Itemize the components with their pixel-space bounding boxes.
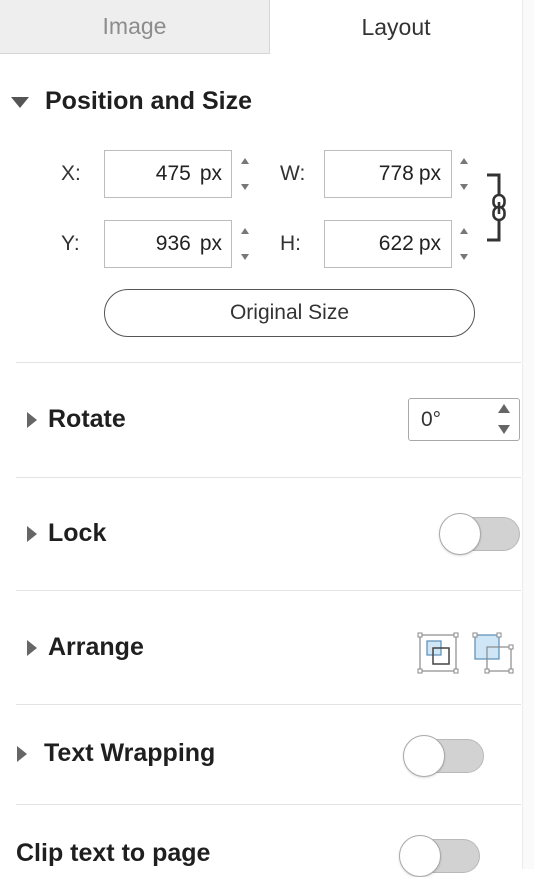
text-wrapping-toggle[interactable] <box>403 735 484 777</box>
h-stepper[interactable] <box>460 224 470 264</box>
send-to-back-icon[interactable] <box>471 631 517 677</box>
divider <box>16 804 521 805</box>
stepper-down-icon[interactable] <box>460 184 468 190</box>
stepper-down-icon[interactable] <box>241 254 249 260</box>
h-label: H: <box>280 232 301 255</box>
scrollbar-track[interactable] <box>522 0 534 869</box>
x-value: 475 <box>155 162 191 185</box>
position-size-title[interactable]: Position and Size <box>45 87 252 116</box>
collapse-triangle-icon[interactable] <box>11 97 29 108</box>
divider <box>16 362 521 363</box>
original-size-label: Original Size <box>229 301 350 324</box>
toggle-knob <box>399 835 441 877</box>
rotate-stepper[interactable] <box>498 402 510 436</box>
w-label: W: <box>280 162 306 185</box>
y-stepper[interactable] <box>241 224 251 264</box>
stepper-up-icon[interactable] <box>460 158 468 164</box>
stepper-up-icon[interactable] <box>241 228 249 234</box>
clip-text-toggle[interactable] <box>399 835 480 877</box>
w-unit: px <box>418 162 441 185</box>
lock-toggle[interactable] <box>439 513 520 555</box>
x-unit: px <box>199 162 222 185</box>
y-input[interactable]: 936 px <box>104 220 232 268</box>
toggle-knob <box>439 513 481 555</box>
h-value: 622 <box>378 232 414 255</box>
tab-image[interactable]: Image <box>0 0 270 54</box>
rotate-title[interactable]: Rotate <box>48 405 126 434</box>
y-label: Y: <box>61 232 80 255</box>
y-value: 936 <box>155 232 191 255</box>
stepper-down-icon[interactable] <box>241 184 249 190</box>
h-unit: px <box>418 232 441 255</box>
x-input[interactable]: 475 px <box>104 150 232 198</box>
w-stepper[interactable] <box>460 154 470 194</box>
rotate-value: 0° <box>421 407 442 431</box>
original-size-button[interactable]: Original Size <box>104 289 475 337</box>
divider <box>16 590 521 591</box>
clip-text-title: Clip text to page <box>16 839 211 867</box>
expand-triangle-icon[interactable] <box>27 640 37 656</box>
text-wrapping-title[interactable]: Text Wrapping <box>44 739 215 768</box>
bring-to-front-icon[interactable] <box>416 631 460 675</box>
divider <box>16 704 521 705</box>
expand-triangle-icon[interactable] <box>17 746 27 762</box>
w-input[interactable]: 778 px <box>324 150 452 198</box>
tab-layout[interactable]: Layout <box>270 0 522 54</box>
lock-title[interactable]: Lock <box>48 519 106 548</box>
divider <box>16 477 521 478</box>
stepper-up-icon[interactable] <box>498 404 510 413</box>
arrange-title[interactable]: Arrange <box>48 633 144 662</box>
stepper-down-icon[interactable] <box>498 425 510 434</box>
stepper-up-icon[interactable] <box>460 228 468 234</box>
stepper-up-icon[interactable] <box>241 158 249 164</box>
tab-image-label: Image <box>102 13 167 39</box>
x-label: X: <box>61 162 81 185</box>
stepper-down-icon[interactable] <box>460 254 468 260</box>
expand-triangle-icon[interactable] <box>27 412 37 428</box>
chain-link-icon[interactable] <box>484 172 508 244</box>
toggle-knob <box>403 735 445 777</box>
expand-triangle-icon[interactable] <box>27 526 37 542</box>
tab-layout-label: Layout <box>361 13 431 40</box>
y-unit: px <box>199 232 222 255</box>
w-value: 778 <box>378 162 414 185</box>
h-input[interactable]: 622 px <box>324 220 452 268</box>
x-stepper[interactable] <box>241 154 251 194</box>
